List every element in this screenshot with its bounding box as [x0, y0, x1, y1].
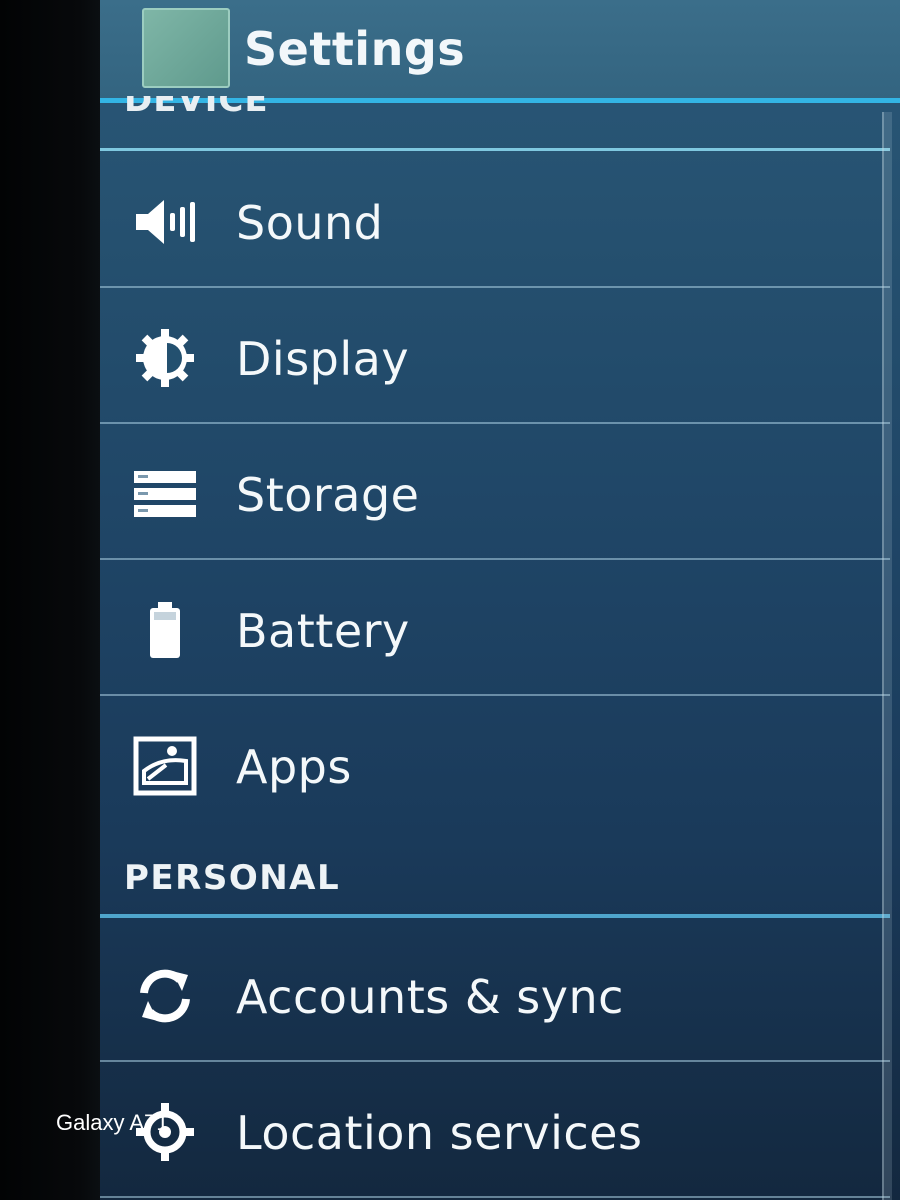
sync-icon [132, 966, 198, 1026]
page-title: Settings [244, 22, 466, 76]
settings-app-icon[interactable] [142, 8, 230, 88]
settings-item-label: Location services [236, 1106, 643, 1160]
section-header-personal: PERSONAL [124, 858, 341, 898]
settings-item-label: Battery [236, 604, 410, 658]
camera-watermark: Galaxy A71 [56, 1110, 169, 1135]
settings-item-apps[interactable]: Apps [100, 696, 890, 832]
settings-item-location-services[interactable]: Location services [100, 1062, 890, 1198]
device-bezel [0, 0, 100, 1200]
settings-item-label: Display [236, 332, 410, 386]
settings-item-battery[interactable]: Battery [100, 560, 890, 696]
scrollbar[interactable] [882, 112, 892, 1200]
action-bar: Settings [100, 0, 900, 100]
section-divider-personal [100, 914, 890, 918]
settings-item-sound[interactable]: Sound [100, 152, 890, 288]
settings-screen: Settings DEVICE Sound Display Storage Ba… [100, 0, 900, 1200]
settings-item-label: Accounts & sync [236, 970, 624, 1024]
section-header-device: DEVICE [124, 96, 269, 126]
speaker-icon [132, 192, 198, 252]
apps-icon [132, 736, 198, 796]
settings-item-storage[interactable]: Storage [100, 424, 890, 560]
section-divider-device [100, 148, 890, 151]
brightness-icon [132, 328, 198, 388]
battery-icon [132, 600, 198, 660]
settings-item-label: Storage [236, 468, 420, 522]
storage-icon [132, 464, 198, 524]
settings-item-display[interactable]: Display [100, 288, 890, 424]
settings-item-label: Apps [236, 740, 352, 794]
settings-item-label: Sound [236, 196, 384, 250]
section-header-device-label: DEVICE [124, 96, 269, 120]
settings-item-accounts-sync[interactable]: Accounts & sync [100, 926, 890, 1062]
